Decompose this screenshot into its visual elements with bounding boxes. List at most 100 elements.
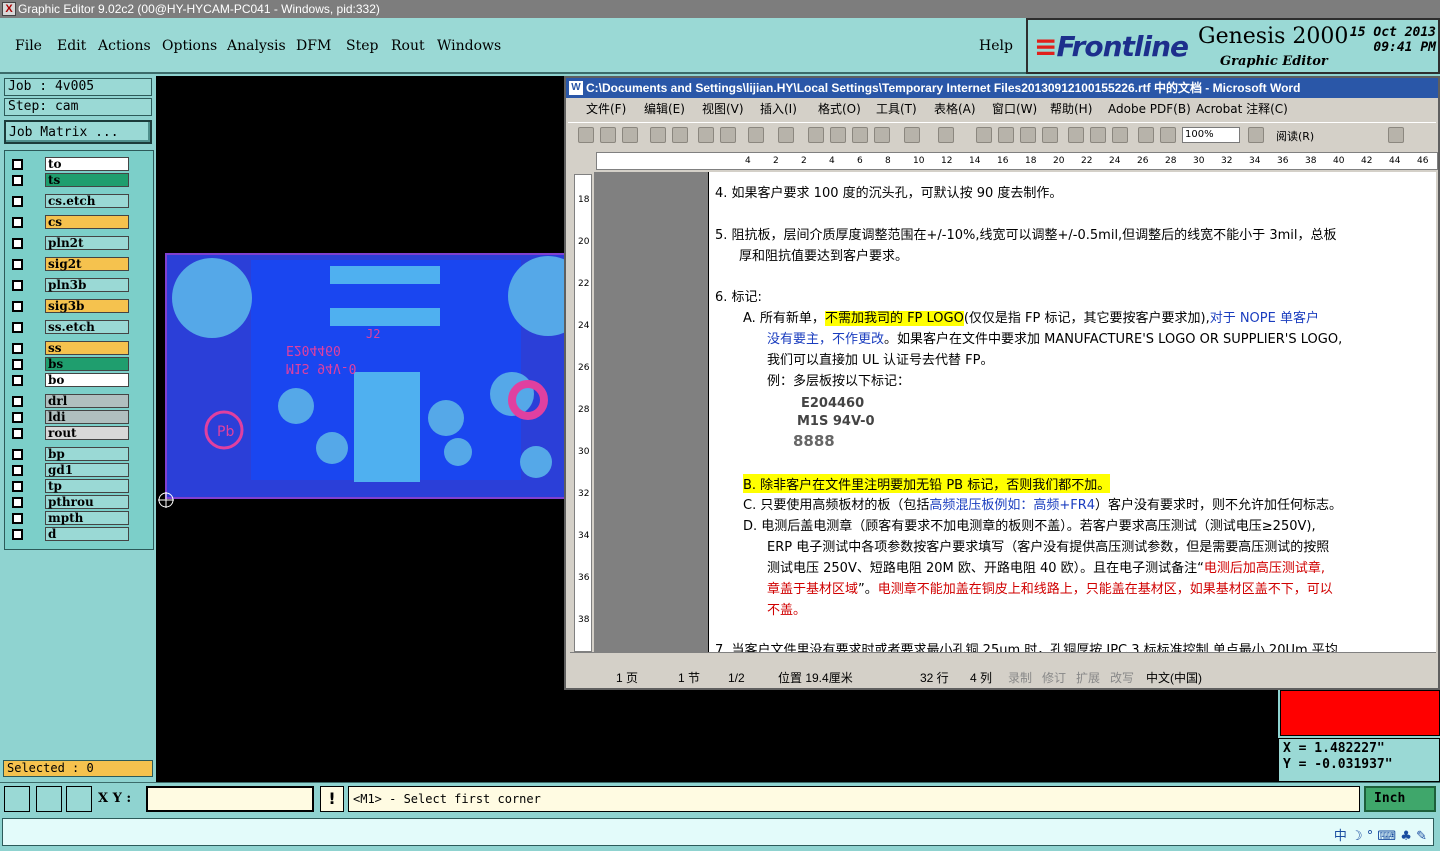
layer-name[interactable]: ts	[45, 173, 129, 187]
layer-checkbox[interactable]	[12, 497, 23, 508]
layer-checkbox[interactable]	[12, 412, 23, 423]
status-track[interactable]: 修订	[1042, 668, 1066, 688]
ime-toolbar[interactable]: 中 ☽ ° ⌨ ♣ ✎	[1334, 825, 1427, 845]
layer-checkbox[interactable]	[12, 259, 23, 270]
menu-rout[interactable]: Rout	[391, 38, 425, 54]
layer-name[interactable]: ldi	[45, 410, 129, 424]
read-mode-button[interactable]: 阅读(R)	[1276, 128, 1314, 144]
layer-name[interactable]: sig3b	[45, 299, 129, 313]
layer-name[interactable]: pln2t	[45, 236, 129, 250]
layer-name[interactable]: pthrou	[45, 495, 129, 509]
layer-checkbox[interactable]	[12, 449, 23, 460]
job-matrix-button[interactable]: Job Matrix ...	[4, 120, 152, 144]
vertical-ruler[interactable]: 18 20 22 24 26 28 30 32 34 36 38	[574, 174, 592, 652]
layer-name[interactable]: d	[45, 527, 129, 541]
menu-actions[interactable]: Actions	[98, 38, 151, 54]
menu-dfm[interactable]: DFM	[296, 38, 331, 54]
permission-icon[interactable]	[650, 127, 666, 143]
layer-checkbox[interactable]	[12, 343, 23, 354]
word-menu-window[interactable]: 窗口(W)	[992, 98, 1037, 120]
redo-icon[interactable]	[938, 127, 954, 143]
insert-table-icon[interactable]	[1020, 127, 1036, 143]
menu-file[interactable]: File	[15, 38, 42, 54]
document-map-icon[interactable]	[1112, 127, 1128, 143]
reading-icon[interactable]	[1388, 127, 1404, 143]
layer-name[interactable]: drl	[45, 394, 129, 408]
layer-checkbox[interactable]	[12, 175, 23, 186]
status-extend[interactable]: 扩展	[1076, 668, 1100, 688]
print-preview-icon[interactable]	[720, 127, 736, 143]
layer-checkbox[interactable]	[12, 301, 23, 312]
layer-name[interactable]: tp	[45, 479, 129, 493]
horizontal-scrollbar[interactable]	[570, 652, 1436, 666]
drawing-icon[interactable]	[1090, 127, 1106, 143]
layer-checkbox[interactable]	[12, 196, 23, 207]
status-record[interactable]: 录制	[1008, 668, 1032, 688]
print-icon[interactable]	[698, 127, 714, 143]
columns-icon[interactable]	[1068, 127, 1084, 143]
paragraph-icon[interactable]	[1160, 127, 1176, 143]
layer-name[interactable]: ss.etch	[45, 320, 129, 334]
layer-checkbox[interactable]	[12, 280, 23, 291]
tables-borders-icon[interactable]	[998, 127, 1014, 143]
layer-name[interactable]: rout	[45, 426, 129, 440]
xy-input[interactable]	[146, 786, 314, 812]
word-menu-tools[interactable]: 工具(T)	[876, 98, 917, 120]
word-menu-acrobat[interactable]: Acrobat 注释(C)	[1196, 98, 1288, 120]
menu-edit[interactable]: Edit	[57, 38, 86, 54]
layer-name[interactable]: ss	[45, 341, 129, 355]
menu-help[interactable]: Help	[979, 38, 1013, 54]
layer-checkbox[interactable]	[12, 375, 23, 386]
format-painter-icon[interactable]	[874, 127, 890, 143]
zoom-window-icon[interactable]	[4, 786, 30, 812]
layer-checkbox[interactable]	[12, 428, 23, 439]
layer-checkbox[interactable]	[12, 359, 23, 370]
layer-name[interactable]: sig2t	[45, 257, 129, 271]
document-page[interactable]: 4. 如果客户要求 100 度的沉头孔，可默认按 90 度去制作。 5. 阻抗板…	[708, 172, 1436, 652]
word-menu-adobe[interactable]: Adobe PDF(B)	[1108, 98, 1191, 120]
layer-checkbox[interactable]	[12, 322, 23, 333]
layer-name[interactable]: to	[45, 157, 129, 171]
layer-name[interactable]: cs.etch	[45, 194, 129, 208]
horizontal-ruler[interactable]: 4 2 2 4 6 8 10 12 14 16 18 20 22 24 26 28 30 32 34 36 38 40 42…	[596, 152, 1438, 170]
layer-checkbox[interactable]	[12, 396, 23, 407]
status-overwrite[interactable]: 改写	[1110, 668, 1134, 688]
unit-select[interactable]: Inch	[1364, 786, 1436, 812]
email-icon[interactable]	[672, 127, 688, 143]
new-icon[interactable]	[578, 127, 594, 143]
research-icon[interactable]	[778, 127, 794, 143]
layer-name[interactable]: cs	[45, 215, 129, 229]
word-menu-insert[interactable]: 插入(I)	[760, 98, 797, 120]
word-menu-format[interactable]: 格式(O)	[818, 98, 861, 120]
hyperlink-icon[interactable]	[976, 127, 992, 143]
layer-name[interactable]: bo	[45, 373, 129, 387]
cut-icon[interactable]	[808, 127, 824, 143]
layer-checkbox[interactable]	[12, 513, 23, 524]
layer-name[interactable]: bs	[45, 357, 129, 371]
show-hide-icon[interactable]	[1138, 127, 1154, 143]
measure-icon[interactable]	[36, 786, 62, 812]
undo-icon[interactable]	[904, 127, 920, 143]
word-window[interactable]: W C:\Documents and Settings\lijian.HY\Lo…	[564, 76, 1440, 690]
layer-checkbox[interactable]	[12, 529, 23, 540]
layer-name[interactable]: bp	[45, 447, 129, 461]
word-menu-table[interactable]: 表格(A)	[934, 98, 976, 120]
word-menu-file[interactable]: 文件(F)	[586, 98, 626, 120]
layer-checkbox[interactable]	[12, 465, 23, 476]
layer-checkbox[interactable]	[12, 217, 23, 228]
layer-name[interactable]: pln3b	[45, 278, 129, 292]
zoom-select[interactable]: 100%	[1182, 127, 1240, 143]
paste-icon[interactable]	[852, 127, 868, 143]
grid-icon[interactable]	[66, 786, 92, 812]
status-input[interactable]: 中 ☽ ° ⌨ ♣ ✎	[2, 818, 1434, 846]
layer-checkbox[interactable]	[12, 481, 23, 492]
word-menu-edit[interactable]: 编辑(E)	[644, 98, 685, 120]
document-area[interactable]: 4. 如果客户要求 100 度的沉头孔，可默认按 90 度去制作。 5. 阻抗板…	[594, 172, 1436, 652]
menu-step[interactable]: Step	[346, 38, 378, 54]
layer-checkbox[interactable]	[12, 238, 23, 249]
app-x-icon[interactable]: X	[2, 2, 16, 16]
word-menu-view[interactable]: 视图(V)	[702, 98, 744, 120]
menu-analysis[interactable]: Analysis	[227, 38, 286, 54]
menu-options[interactable]: Options	[162, 38, 217, 54]
layer-name[interactable]: gd1	[45, 463, 129, 477]
